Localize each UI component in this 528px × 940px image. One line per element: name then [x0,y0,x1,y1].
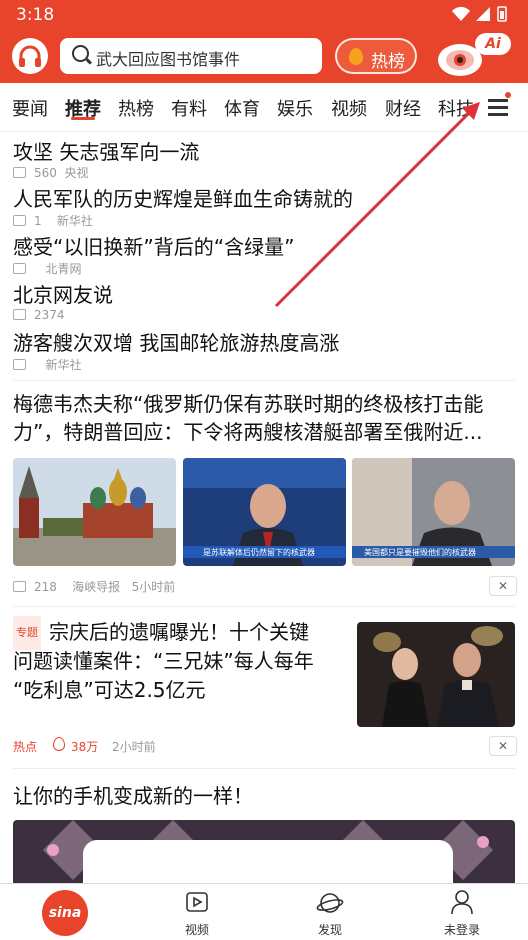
tab-hot[interactable]: 热榜 [118,95,154,121]
image-caption: 美国都只是要摧毁他们的核武器 [364,548,476,557]
status-icons [450,5,510,27]
article-image-phone [13,820,515,884]
headline-meta: 1 新华社 [13,212,93,229]
headline-title[interactable]: 感受“以旧换新”背后的“含绿量” [13,231,294,260]
article-image-interview: 美国都只是要摧毁他们的核武器 [352,458,515,566]
headline-meta: 560 央视 [13,164,89,181]
sina-home-logo[interactable]: sina [42,890,88,936]
search-icon [72,45,89,62]
headline-source: 新华社 [56,214,93,228]
article-title-line: 让你的手机变成新的一样！ [13,784,253,808]
article-source: 海峡导报 [72,580,121,594]
ai-badge[interactable]: Ai [475,33,511,55]
user-icon [451,890,473,915]
hot-list-label: 热榜 [371,52,405,72]
notification-dot [505,92,511,98]
divider [13,768,515,769]
planet-icon [316,893,344,913]
search-input[interactable]: 武大回应图书馆事件 [60,38,322,74]
headline-meta: 2374 [13,308,65,322]
comment-icon [13,215,26,226]
dislike-close-button[interactable]: ✕ [489,576,517,596]
article-meta: 218 海峡导报 5小时前 [13,578,175,595]
wifi-signal-battery-icon [452,6,507,22]
nav-discover-label: 发现 [317,923,342,937]
nav-login-label: 未登录 [443,923,480,937]
article-time: 5小时前 [131,580,176,594]
article-title-line: “吃利息”可达2.5亿元 [13,678,206,702]
comment-icon [13,167,26,178]
video-icon [186,892,208,912]
dislike-close-button[interactable]: ✕ [489,736,517,756]
comment-count: 218 [34,580,57,594]
article-image-zongqinghou [357,622,515,727]
comment-count: 1 [34,214,42,228]
comment-count: 560 [34,166,57,180]
comment-icon [13,309,26,320]
headline-source: 新华社 [45,358,82,372]
fire-icon [53,737,65,751]
article-title-line: 力”，特朗普回应：下令将两艘核潜艇部署至俄附近... [13,420,483,444]
headline-title[interactable]: 攻坚 矢志强军向一流 [13,136,199,165]
comment-count: 2374 [34,308,65,322]
article-time: 2小时前 [112,740,156,754]
headline-meta: 北青网 [13,260,81,277]
comment-icon [13,359,26,370]
headline-title[interactable]: 北京网友说 [13,279,113,308]
divider [13,380,515,381]
annotation-arrow [274,102,480,308]
tab-news[interactable]: 要闻 [12,95,48,121]
active-tab-indicator [71,117,95,120]
nav-video-label: 视频 [184,923,209,937]
search-placeholder: 武大回应图书馆事件 [96,50,241,69]
article-image-news-anchor: 是苏联解体后仍然留下的核武器 [183,458,346,566]
heat-count: 38万 [71,740,99,754]
hot-list-button[interactable]: 热榜 [335,38,417,74]
comment-icon [13,581,26,592]
status-time: 3:18 [16,5,55,25]
image-caption: 是苏联解体后仍然留下的核武器 [203,548,315,557]
headline-source: 央视 [64,166,89,180]
article-image-kremlin [13,458,176,566]
headline-title[interactable]: 游客艘次双增 我国邮轮旅游热度高涨 [13,327,339,356]
article-title-text: 宗庆后的遗嘱曝光！十个关键 [49,620,309,644]
headline-meta: 新华社 [13,356,81,373]
headline-source: 北青网 [45,262,82,276]
status-bar: 3:18 [0,0,528,30]
tab-youliao[interactable]: 有料 [171,95,207,121]
comment-icon [13,263,26,274]
article-title-line: 问题读懂案件：“三兄妹”每人每年 [13,649,314,673]
divider [13,606,515,607]
tab-sports[interactable]: 体育 [224,95,260,121]
headphone-icon[interactable] [12,38,48,74]
flame-icon [349,48,363,65]
hot-tag: 热点 [13,740,38,754]
